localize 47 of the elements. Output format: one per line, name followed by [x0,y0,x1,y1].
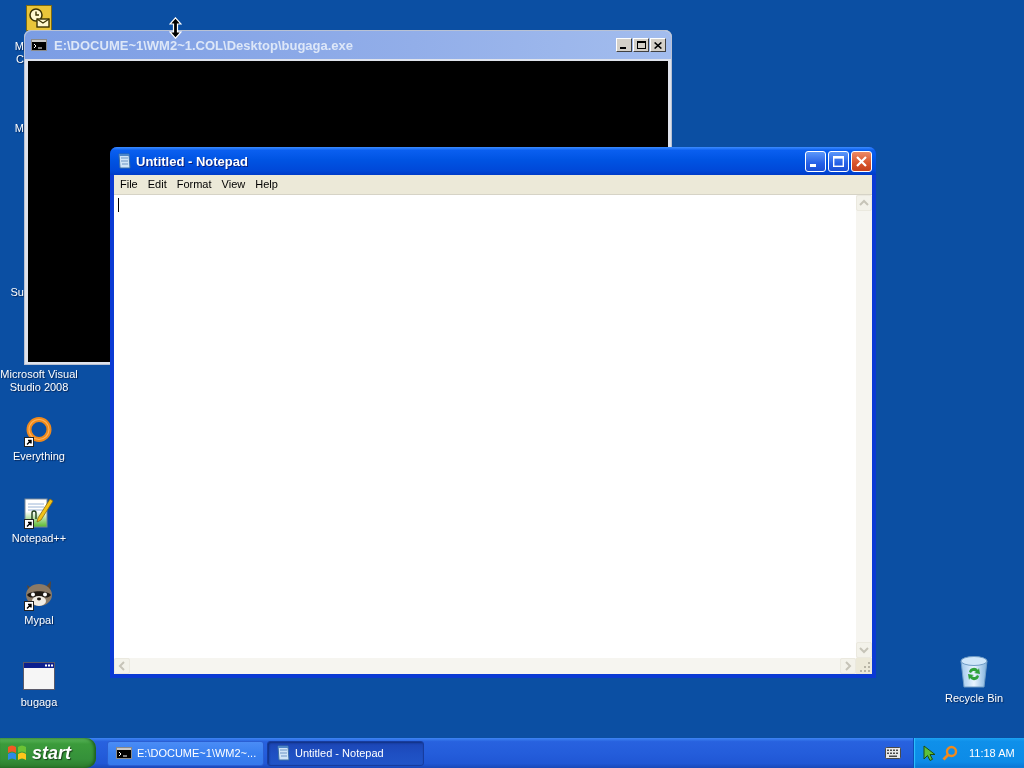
window-icon[interactable] [23,662,55,690]
icon-label[interactable]: Su [10,286,24,299]
clock-envelope-icon[interactable] [26,5,52,31]
taskbar-button[interactable]: Untitled - Notepad [267,740,424,766]
icon-label[interactable]: Mypal [24,614,54,627]
icon-label[interactable]: bugaga [20,696,58,709]
close-icon [654,41,662,49]
keyboard-icon[interactable] [885,747,901,759]
double-arrow-cursor-icon [169,17,182,39]
icon-label[interactable]: M [14,122,24,135]
window-title: Untitled - Notepad [136,153,249,169]
raccoon-icon[interactable] [23,579,55,609]
text-caret [118,198,119,212]
menu-item[interactable]: Format [171,176,217,193]
flag-icon [7,744,27,762]
notepad-icon[interactable] [117,153,131,169]
recycle-bin-icon[interactable] [958,655,990,689]
notepad-icon [276,745,290,761]
arrow-icon[interactable] [923,745,937,761]
chevron-left-icon [118,661,126,671]
clock-text: 11:18 AM [969,747,1015,759]
icon-label[interactable]: Everything [13,450,65,463]
chevron-right-icon [844,661,852,671]
icon-label[interactable]: Notepad++ [11,532,67,545]
chevron-up-icon [859,199,869,207]
menu-item[interactable]: File [115,176,143,193]
icon-label[interactable]: Microsoft Visual Studio 2008 [0,368,78,394]
maximize-button[interactable] [828,150,849,172]
icon-label[interactable]: Recycle Bin [944,692,1004,705]
chevron-down-icon [859,646,869,654]
notepad-pencil-icon[interactable] [24,496,54,528]
menu-item[interactable]: View [216,176,251,193]
maximize-icon [833,155,844,167]
taskbar-button[interactable]: E:\DOCUME~1\WM2~... [107,740,264,766]
minimize-button[interactable] [805,150,826,172]
close-icon [856,155,867,167]
menu-item[interactable]: Help [250,176,283,193]
maximize-icon [636,41,646,49]
menu-item[interactable]: Edit [142,176,172,193]
minimize-icon [620,47,626,49]
window-title: E:\DOCUME~1\WM2~1.COL\Desktop\bugaga.exe [54,37,355,53]
minimize-icon [810,163,816,167]
ring-icon[interactable] [25,416,53,444]
icon-label[interactable]: M C [14,40,24,66]
title-bar[interactable]: Untitled - Notepad [110,147,876,175]
start-button[interactable]: start [0,738,96,768]
console-icon [116,747,132,759]
